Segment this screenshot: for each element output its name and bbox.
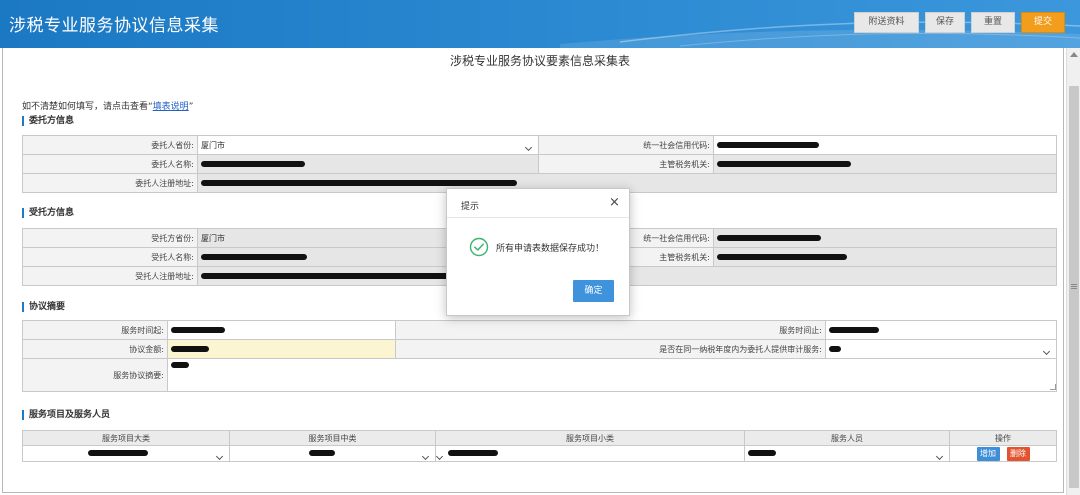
- service-middle-select[interactable]: [229, 445, 436, 462]
- agent-address-label: 受托人注册地址:: [22, 266, 198, 286]
- audit-service-select[interactable]: [825, 339, 1057, 359]
- redaction-mark: [717, 235, 821, 241]
- chevron-down-icon: [1042, 347, 1051, 356]
- redaction-mark: [717, 142, 819, 148]
- principal-tax-authority-value: [713, 154, 1057, 174]
- redaction-mark: [309, 450, 335, 456]
- column-header-actions: 操作: [949, 430, 1057, 446]
- services-table: 服务项目大类 服务项目中类 服务项目小类 服务人员 操作 增加 删除: [22, 430, 1057, 462]
- column-header-major: 服务项目大类: [22, 430, 230, 446]
- redaction-mark: [201, 180, 517, 186]
- save-button[interactable]: 保存: [925, 12, 965, 33]
- principal-tax-authority-label: 主管税务机关:: [538, 154, 714, 174]
- row-actions: 增加 删除: [949, 445, 1057, 462]
- principal-province-label: 委托人省份:: [22, 135, 198, 155]
- redaction-mark: [88, 450, 148, 456]
- redaction-mark: [171, 362, 189, 368]
- service-minor-select[interactable]: [435, 445, 745, 462]
- reset-button[interactable]: 重置: [971, 12, 1015, 33]
- form-title: 涉税专业服务协议要素信息采集表: [449, 54, 630, 68]
- chevron-down-icon: [215, 452, 224, 460]
- principal-name-label: 委托人名称:: [22, 154, 198, 174]
- principal-credit-code-label: 统一社会信用代码:: [538, 135, 714, 155]
- attach-documents-button[interactable]: 附送资料: [854, 12, 919, 33]
- agreement-section-title: 协议摘要: [22, 302, 65, 312]
- service-staff-select[interactable]: [744, 445, 950, 462]
- principal-info-table: 委托人省份: 厦门市 统一社会信用代码: 委托人名称: 主管税务机关: 委托人注…: [22, 135, 1057, 193]
- vertical-scrollbar[interactable]: [1066, 48, 1080, 495]
- audit-service-label: 是否在同一纳税年度内为委托人提供审计服务:: [395, 339, 826, 359]
- agreement-summary-textarea[interactable]: [167, 358, 1057, 392]
- redaction-mark: [717, 254, 847, 260]
- dialog-title: 提示: [461, 202, 480, 212]
- close-icon[interactable]: ×: [609, 196, 620, 209]
- fill-hint: 如不清楚如何填写，请点击查看“填表说明”: [22, 99, 193, 112]
- success-check-icon: [469, 237, 489, 257]
- service-start-input[interactable]: [167, 320, 396, 340]
- redaction-mark: [448, 450, 498, 456]
- scroll-grip-icon: [1071, 284, 1077, 285]
- principal-credit-code-value: [713, 135, 1057, 155]
- services-section-title: 服务项目及服务人员: [22, 410, 110, 420]
- agreement-amount-label: 协议金额:: [22, 339, 168, 359]
- service-end-input[interactable]: [825, 320, 1057, 340]
- fill-instructions-link[interactable]: 填表说明: [153, 102, 189, 112]
- redaction-mark: [748, 450, 776, 456]
- column-header-minor: 服务项目小类: [435, 430, 745, 446]
- redaction-mark: [201, 254, 307, 260]
- submit-button[interactable]: 提交: [1021, 12, 1065, 33]
- column-header-middle: 服务项目中类: [229, 430, 436, 446]
- textarea-resize-handle-icon[interactable]: [1050, 384, 1056, 390]
- agreement-amount-input[interactable]: [167, 339, 396, 359]
- column-header-staff: 服务人员: [744, 430, 950, 446]
- dialog-divider: [447, 217, 629, 218]
- agent-name-label: 受托人名称:: [22, 247, 198, 267]
- agreement-summary-label: 服务协议摘要:: [22, 358, 168, 392]
- app-header: 涉税专业服务协议信息采集 附送资料 保存 重置 提交: [0, 0, 1080, 48]
- page-title: 涉税专业服务协议信息采集: [9, 16, 219, 36]
- agreement-table: 服务时间起: 服务时间止: 协议金额: 是否在同一纳税年度内为委托人提供审计服务…: [22, 320, 1057, 392]
- save-success-dialog: 提示 × 所有申请表数据保存成功！ 确定: [446, 188, 630, 316]
- service-start-label: 服务时间起:: [22, 320, 168, 340]
- scroll-thumb[interactable]: [1069, 86, 1079, 488]
- agent-credit-code-value: [713, 228, 1057, 248]
- add-row-button[interactable]: 增加: [976, 446, 1000, 461]
- redaction-mark: [829, 345, 841, 352]
- table-row: 增加 删除: [22, 445, 1057, 462]
- chevron-down-icon: [935, 452, 944, 460]
- redaction-mark: [201, 161, 305, 167]
- chevron-down-icon: [436, 452, 444, 460]
- principal-name-value: [197, 154, 539, 174]
- principal-section-title: 委托方信息: [22, 116, 74, 126]
- redaction-mark: [829, 327, 879, 333]
- agent-section-title: 受托方信息: [22, 208, 74, 218]
- hint-prefix: 如不清楚如何填写，请点击查看“: [22, 102, 153, 112]
- chevron-down-icon: [421, 452, 430, 460]
- redaction-mark: [171, 346, 209, 352]
- hint-suffix: ”: [188, 102, 194, 112]
- delete-row-button[interactable]: 删除: [1006, 446, 1030, 461]
- principal-province-value: 厦门市: [201, 140, 225, 150]
- confirm-button[interactable]: 确定: [573, 280, 614, 302]
- redaction-mark: [201, 273, 451, 279]
- chevron-down-icon: [524, 143, 533, 151]
- agent-province-label: 受托方省份:: [22, 228, 198, 248]
- service-major-select[interactable]: [22, 445, 230, 462]
- redaction-mark: [171, 327, 225, 333]
- dialog-message: 所有申请表数据保存成功！: [496, 244, 605, 254]
- redaction-mark: [717, 161, 851, 167]
- principal-address-label: 委托人注册地址:: [22, 173, 198, 193]
- principal-province-select[interactable]: 厦门市: [197, 135, 539, 155]
- agent-tax-authority-value: [713, 247, 1057, 267]
- service-end-label: 服务时间止:: [395, 320, 826, 340]
